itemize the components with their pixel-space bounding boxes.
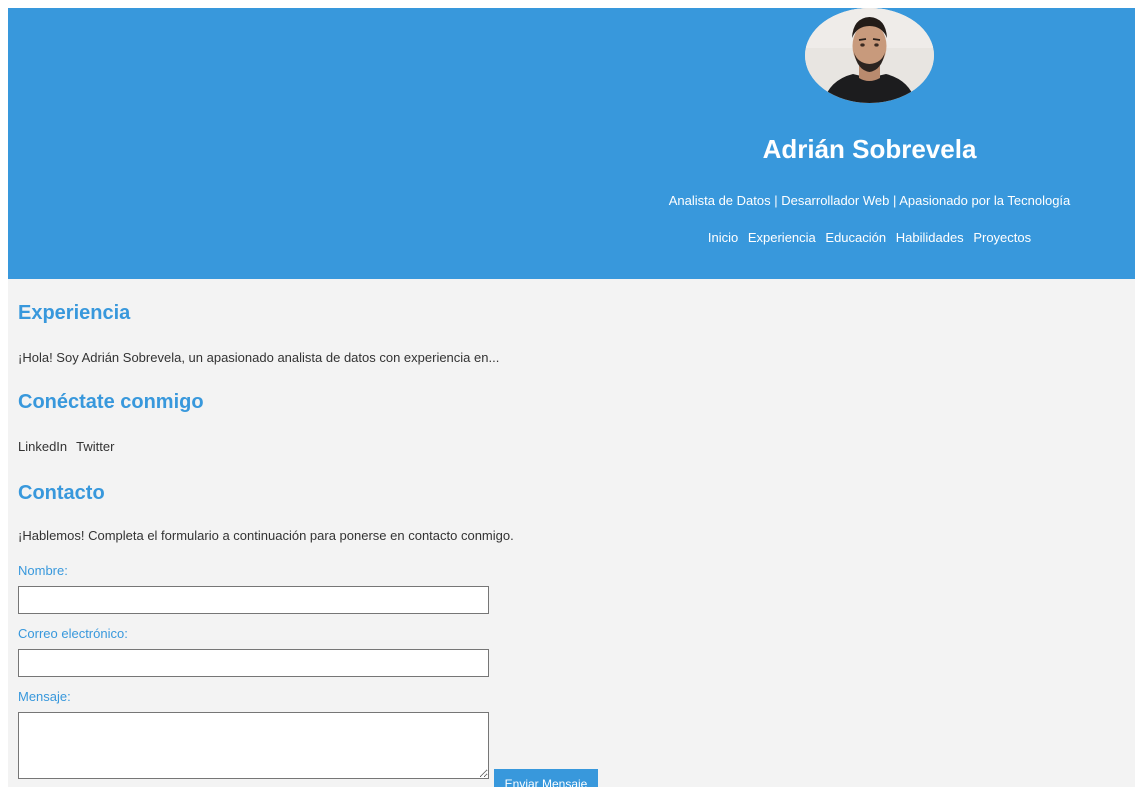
profile-avatar [805, 8, 934, 103]
nav-link-experiencia[interactable]: Experiencia [748, 230, 816, 245]
message-textarea[interactable] [18, 712, 489, 779]
email-input[interactable] [18, 649, 489, 677]
profile-photo-icon [805, 8, 934, 103]
linkedin-link[interactable]: LinkedIn [18, 439, 67, 454]
nav-link-proyectos[interactable]: Proyectos [973, 230, 1031, 245]
name-input[interactable] [18, 586, 489, 614]
main-nav: Inicio Experiencia Educación Habilidades… [648, 229, 1091, 247]
profile-name: Adrián Sobrevela [762, 134, 977, 164]
hero-header: Adrián Sobrevela Analista de Datos | Des… [8, 8, 1135, 279]
email-label: Correo electrónico: [18, 626, 128, 641]
nav-link-educacion[interactable]: Educación [825, 230, 886, 245]
nav-link-inicio[interactable]: Inicio [708, 230, 738, 245]
social-links: LinkedIn Twitter [18, 438, 123, 456]
message-label: Mensaje: [18, 689, 71, 704]
contact-text: ¡Hablemos! Completa el formulario a cont… [18, 528, 514, 543]
experience-title: Experiencia [18, 302, 131, 324]
contact-title: Contacto [18, 482, 105, 504]
nav-link-habilidades[interactable]: Habilidades [896, 230, 964, 245]
hero-content: Adrián Sobrevela Analista de Datos | Des… [648, 8, 1091, 279]
send-message-button[interactable]: Enviar Mensaje [494, 769, 598, 787]
connect-title: Conéctate conmigo [18, 391, 204, 413]
name-label: Nombre: [18, 563, 68, 578]
profile-tagline: Analista de Datos | Desarrollador Web | … [668, 193, 1071, 208]
experience-text: ¡Hola! Soy Adrián Sobrevela, un apasiona… [18, 350, 500, 365]
twitter-link[interactable]: Twitter [76, 439, 114, 454]
page: Adrián Sobrevela Analista de Datos | Des… [8, 8, 1135, 787]
